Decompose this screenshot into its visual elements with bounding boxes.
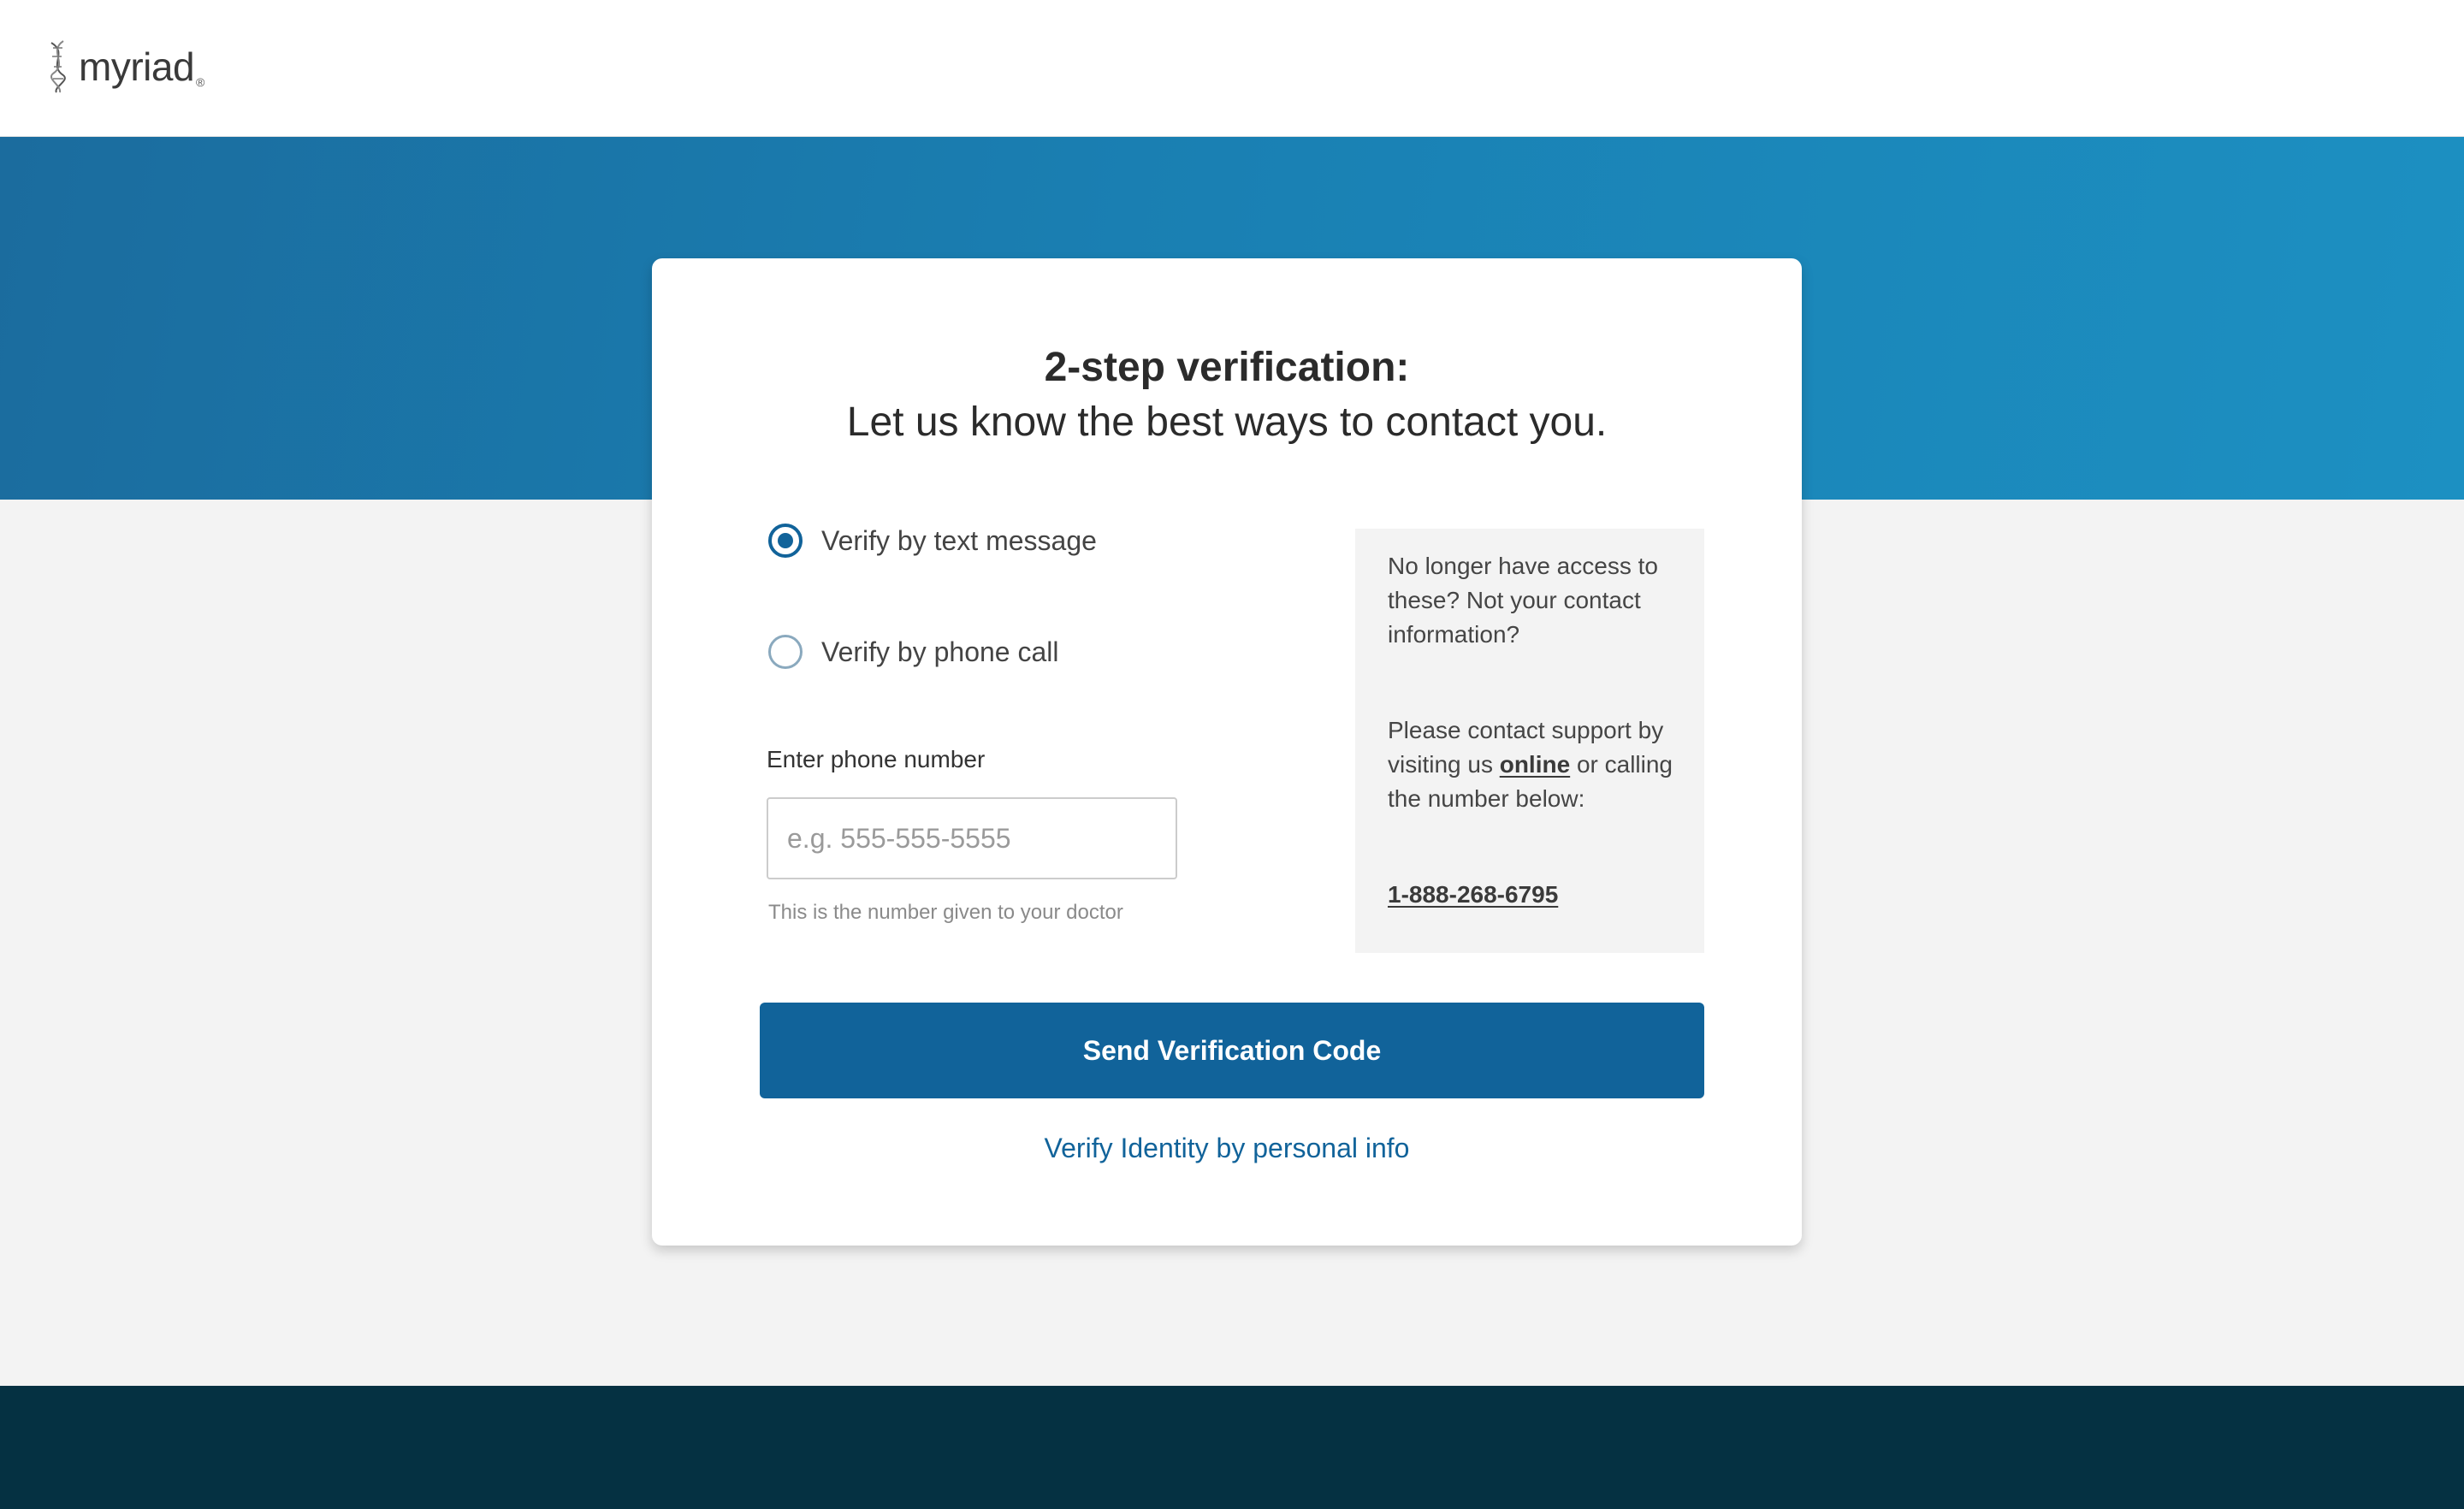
phone-number-input[interactable] (767, 797, 1177, 879)
page-title: 2-step verification: (1044, 345, 1410, 390)
page-subtitle: Let us know the best ways to contact you… (846, 399, 1608, 445)
support-phone-link[interactable]: 1-888-268-6795 (1388, 881, 1558, 908)
option-phone-call[interactable]: Verify by phone call (768, 633, 1059, 671)
support-text-access: No longer have access to these? Not your… (1388, 553, 1658, 648)
support-text-contact: Please contact support by visiting us on… (1388, 713, 1673, 816)
registered-mark: ® (196, 75, 205, 89)
myriad-logo[interactable]: myriad ® (44, 39, 204, 94)
option-text-message[interactable]: Verify by text message (768, 522, 1097, 559)
support-info-box: No longer have access to these? Not your… (1355, 529, 1704, 953)
verification-card: 2-step verification: Let us know the bes… (652, 258, 1802, 1246)
radio-checked-icon[interactable] (768, 524, 803, 558)
verify-identity-personal-info-link[interactable]: Verify Identity by personal info (652, 1129, 1802, 1167)
phone-field-label: Enter phone number (767, 746, 986, 772)
phone-field-hint: This is the number given to your doctor (768, 901, 1123, 924)
radio-unchecked-icon[interactable] (768, 635, 803, 669)
support-online-link[interactable]: online (1500, 751, 1570, 778)
site-header: myriad ® (0, 0, 2464, 137)
support-phone-wrapper: 1-888-268-6795 (1388, 878, 1673, 912)
logo-wordmark: myriad (79, 44, 195, 89)
site-footer (0, 1386, 2464, 1509)
dna-helix-icon (50, 40, 66, 93)
option-phone-call-label: Verify by phone call (821, 636, 1059, 667)
send-verification-code-button[interactable]: Send Verification Code (760, 1003, 1704, 1098)
option-text-message-label: Verify by text message (821, 525, 1097, 556)
